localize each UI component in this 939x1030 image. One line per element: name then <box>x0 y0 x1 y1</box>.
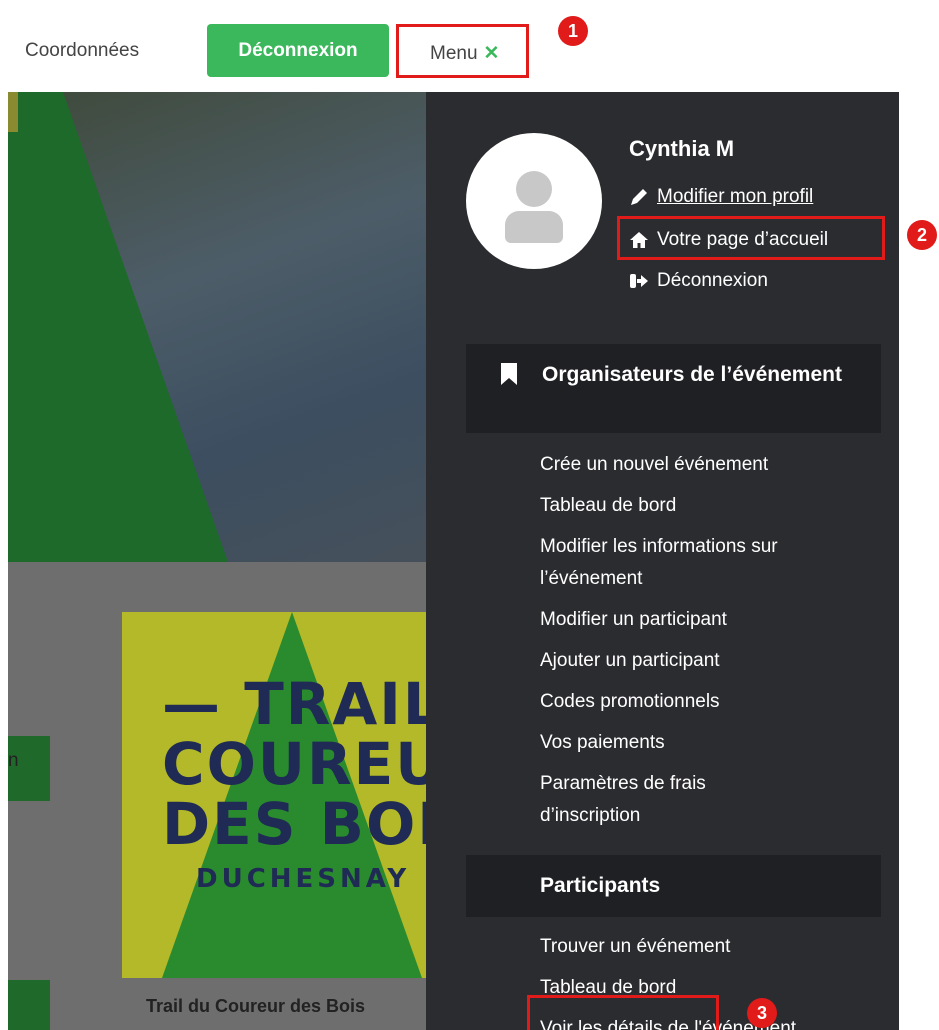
sign-out-icon <box>630 274 648 288</box>
menu-item-find-event[interactable]: Trouver un événement <box>540 930 730 963</box>
poster-line: DES BOIS <box>162 790 428 858</box>
menu-item-edit-participant[interactable]: Modifier un participant <box>540 603 727 636</box>
poster-line: — TRAIL <box>162 670 428 738</box>
user-name: Cynthia M <box>629 136 735 161</box>
pencil-icon <box>631 189 647 205</box>
organizers-section-header: Organisateurs de l’événement <box>466 344 881 433</box>
edit-profile-link[interactable]: Modifier mon profil <box>629 186 813 208</box>
highlight-menu-toggle <box>396 24 529 78</box>
event-card-title[interactable]: Trail du Coureur des Bois <box>146 996 365 1017</box>
organizers-title: Organisateurs de l’événement <box>542 363 842 386</box>
menu-item-fee-settings[interactable]: Paramètres de frais <box>540 767 706 800</box>
menu-item-add-participant[interactable]: Ajouter un participant <box>540 644 720 677</box>
menu-item-create-event[interactable]: Crée un nouvel événement <box>540 448 768 481</box>
avatar-body <box>505 211 563 243</box>
hero-green-shape <box>8 92 228 562</box>
step-marker: 3 <box>747 998 777 1028</box>
hero-accent <box>8 92 18 132</box>
step-marker: 1 <box>558 16 588 46</box>
avatar-head <box>516 171 552 207</box>
green-tab[interactable] <box>8 980 50 1030</box>
edit-profile-label: Modifier mon profil <box>657 186 814 207</box>
logout-link[interactable]: Déconnexion <box>629 270 768 292</box>
poster-line: DUCHESNAY <box>196 864 411 894</box>
menu-item-edit-event-info[interactable]: Modifier les informations sur <box>540 530 778 563</box>
highlight-home-link <box>617 216 885 260</box>
logout-button[interactable]: Déconnexion <box>207 24 389 77</box>
coordonnees-link[interactable]: Coordonnées <box>25 40 139 62</box>
menu-item-promo-codes[interactable]: Codes promotionnels <box>540 685 720 718</box>
avatar[interactable] <box>466 133 602 269</box>
step-marker: 2 <box>907 220 937 250</box>
text-fragment: n <box>8 750 19 771</box>
logout-link-label: Déconnexion <box>657 270 768 291</box>
participants-title: Participants <box>540 874 661 897</box>
menu-item-payments[interactable]: Vos paiements <box>540 726 665 759</box>
menu-item-edit-event-info-cont[interactable]: l’événement <box>540 562 642 595</box>
bookmark-icon <box>501 363 517 385</box>
menu-item-dashboard[interactable]: Tableau de bord <box>540 489 676 522</box>
poster-line: COUREUR <box>162 730 428 798</box>
menu-item-fee-settings-cont[interactable]: d’inscription <box>540 799 640 832</box>
highlight-dashboard-link <box>527 995 719 1030</box>
hero-image <box>8 92 428 562</box>
event-poster[interactable]: — TRAIL COUREUR DES BOIS DUCHESNAY <box>122 612 428 978</box>
participants-section-header: Participants <box>466 855 881 917</box>
